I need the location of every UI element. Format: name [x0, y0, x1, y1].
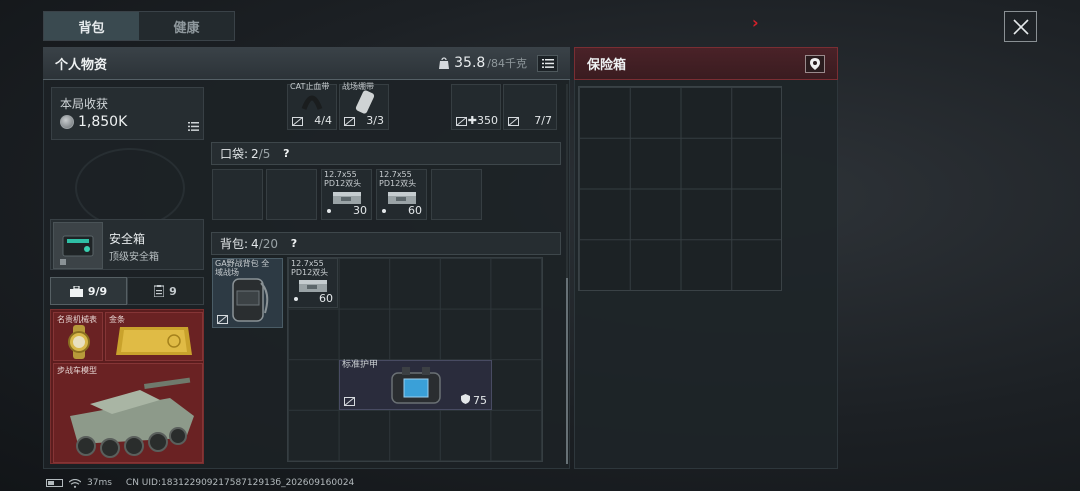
- earnings-label: 本局收获: [60, 97, 109, 111]
- tourniquet-icon: [301, 95, 323, 110]
- item-cat-tourniquet[interactable]: CAT止血带 4/4: [287, 82, 337, 130]
- safebox-card[interactable]: 安全箱 顶级安全箱: [50, 219, 204, 270]
- list-icon: [541, 58, 554, 68]
- coin-icon: [60, 115, 74, 129]
- backpack-help-button[interactable]: ?: [286, 236, 302, 252]
- no-insure-icon: [292, 117, 303, 126]
- capacity-clipboard-value: 9: [169, 284, 177, 298]
- bandage-icon: [355, 90, 375, 114]
- capacity-tab-clipboard[interactable]: 9: [127, 277, 204, 305]
- pockets-header: 口袋: 2/5 ?: [211, 142, 561, 165]
- dot-icon: [382, 209, 386, 213]
- valuable-watch-label: 名贵机械表: [57, 315, 97, 324]
- pocket-ammo-2-label: 12.7x55 PD12双头: [379, 170, 417, 188]
- item-stack-count: 7/7: [534, 114, 552, 127]
- backpack-ammo-count: 60: [319, 292, 333, 305]
- item-medkit-count: ✚350: [467, 114, 498, 127]
- pocket-ammo-1[interactable]: 12.7x55 PD12双头 30: [321, 169, 372, 220]
- sort-list-button[interactable]: [537, 54, 558, 72]
- capacity-tab-briefcase[interactable]: 9/9: [50, 277, 127, 305]
- weight-current: 35.8: [454, 55, 486, 71]
- watch-icon: [68, 325, 90, 359]
- backpack-armor-durability: 75: [460, 394, 487, 407]
- item-bandage[interactable]: 战场绷带 3/3: [339, 82, 389, 130]
- backpack-icon: [232, 278, 269, 322]
- backpack-ammo-label: 12.7x55 PD12双头: [291, 259, 329, 277]
- location-pin-icon: [810, 57, 820, 70]
- weight-indicator: 35.8 /84千克: [438, 55, 527, 71]
- insurance-grid[interactable]: [578, 86, 782, 291]
- safebox-subtitle: 顶级安全箱: [109, 252, 159, 263]
- faction-emblem-watermark: [75, 148, 185, 228]
- gold-bar-icon: [116, 327, 192, 355]
- equipped-backpack[interactable]: GA野战背包 全域战场: [212, 258, 283, 328]
- no-insure-icon: [344, 397, 355, 406]
- status-bar: 37ms CN UID:18312290921758712913б_202609…: [46, 478, 354, 488]
- tab-health[interactable]: 健康: [139, 12, 234, 40]
- user-uid: CN UID:18312290921758712913б_20260916002…: [125, 478, 355, 488]
- pockets-help-button[interactable]: ?: [278, 146, 294, 162]
- insurance-title: 保险箱: [587, 58, 627, 73]
- dot-icon: [294, 297, 298, 301]
- item-cat-tourniquet-count: 4/4: [314, 114, 332, 127]
- pocket-slot-1[interactable]: [212, 169, 263, 220]
- backpack-capacity: 4/20: [251, 236, 278, 251]
- battery-icon: [46, 479, 63, 487]
- pocket-slot-5[interactable]: [431, 169, 482, 220]
- tab-backpack[interactable]: 背包: [44, 12, 139, 40]
- safebox-image: [53, 222, 103, 269]
- dot-icon: [327, 209, 331, 213]
- valuable-watch[interactable]: 名贵机械表: [53, 312, 103, 361]
- no-insure-icon: [217, 315, 228, 324]
- wifi-icon: [69, 478, 81, 488]
- chevron-right-icon[interactable]: ›: [752, 13, 759, 32]
- capacity-tabs: 9/9 9: [50, 277, 204, 305]
- valuables-container: 名贵机械表 金条 步战车模型: [50, 309, 204, 464]
- no-insure-icon: [508, 117, 519, 126]
- weight-icon: [439, 56, 450, 69]
- weight-max: /84千克: [487, 57, 527, 70]
- earnings-value: 1,850K: [78, 114, 128, 130]
- close-icon: [1012, 18, 1029, 35]
- personal-panel-header: 个人物资 35.8 /84千克: [43, 47, 570, 80]
- backpack-armor-label: 标准护甲: [342, 360, 379, 370]
- scrollbar-thumb[interactable]: [566, 278, 568, 464]
- pocket-ammo-2-count: 60: [408, 204, 422, 217]
- pocket-ammo-1-count: 30: [353, 204, 367, 217]
- pocket-ammo-1-label: 12.7x55 PD12双头: [324, 170, 362, 188]
- tank-model-icon: [70, 377, 194, 458]
- capacity-briefcase-value: 9/9: [87, 284, 108, 298]
- armor-vest-icon: [391, 367, 441, 404]
- shield-icon: [460, 394, 470, 404]
- close-button[interactable]: [1004, 11, 1037, 42]
- valuable-gold-bar[interactable]: 金条: [105, 312, 203, 361]
- backpack-label: 背包:: [220, 237, 249, 251]
- top-tab-bar: 背包 健康: [43, 11, 235, 41]
- safebox-name: 安全箱: [109, 232, 146, 246]
- backpack-ammo[interactable]: 12.7x55 PD12双头 60: [288, 258, 338, 308]
- valuable-tank-model[interactable]: 步战车模型: [53, 363, 203, 463]
- item-medkit[interactable]: ✚350: [451, 84, 501, 130]
- no-insure-icon: [344, 117, 355, 126]
- pocket-slot-2[interactable]: [266, 169, 317, 220]
- item-cat-tourniquet-label: CAT止血带: [290, 82, 330, 91]
- earnings-value-row: 1,850K: [60, 114, 127, 130]
- pockets-label: 口袋:: [220, 147, 249, 161]
- location-pin-button[interactable]: [805, 54, 825, 73]
- clipboard-icon: [154, 285, 165, 297]
- backpack-header: 背包: 4/20 ?: [211, 232, 561, 255]
- insurance-panel-header: 保险箱: [574, 47, 838, 80]
- briefcase-icon: [69, 285, 83, 297]
- earnings-card[interactable]: 本局收获 1,850K: [51, 87, 204, 140]
- item-bandage-count: 3/3: [366, 114, 384, 127]
- ping-value: 37ms: [87, 478, 112, 488]
- backpack-armor[interactable]: 标准护甲 75: [339, 360, 492, 410]
- valuable-tank-label: 步战车模型: [57, 366, 97, 375]
- pockets-capacity: 2/5: [251, 146, 271, 161]
- personal-panel-title: 个人物资: [55, 57, 108, 73]
- no-insure-icon: [456, 117, 467, 126]
- item-stack[interactable]: 7/7: [503, 84, 557, 130]
- earnings-list-icon[interactable]: [188, 116, 199, 135]
- pocket-ammo-2[interactable]: 12.7x55 PD12双头 60: [376, 169, 427, 220]
